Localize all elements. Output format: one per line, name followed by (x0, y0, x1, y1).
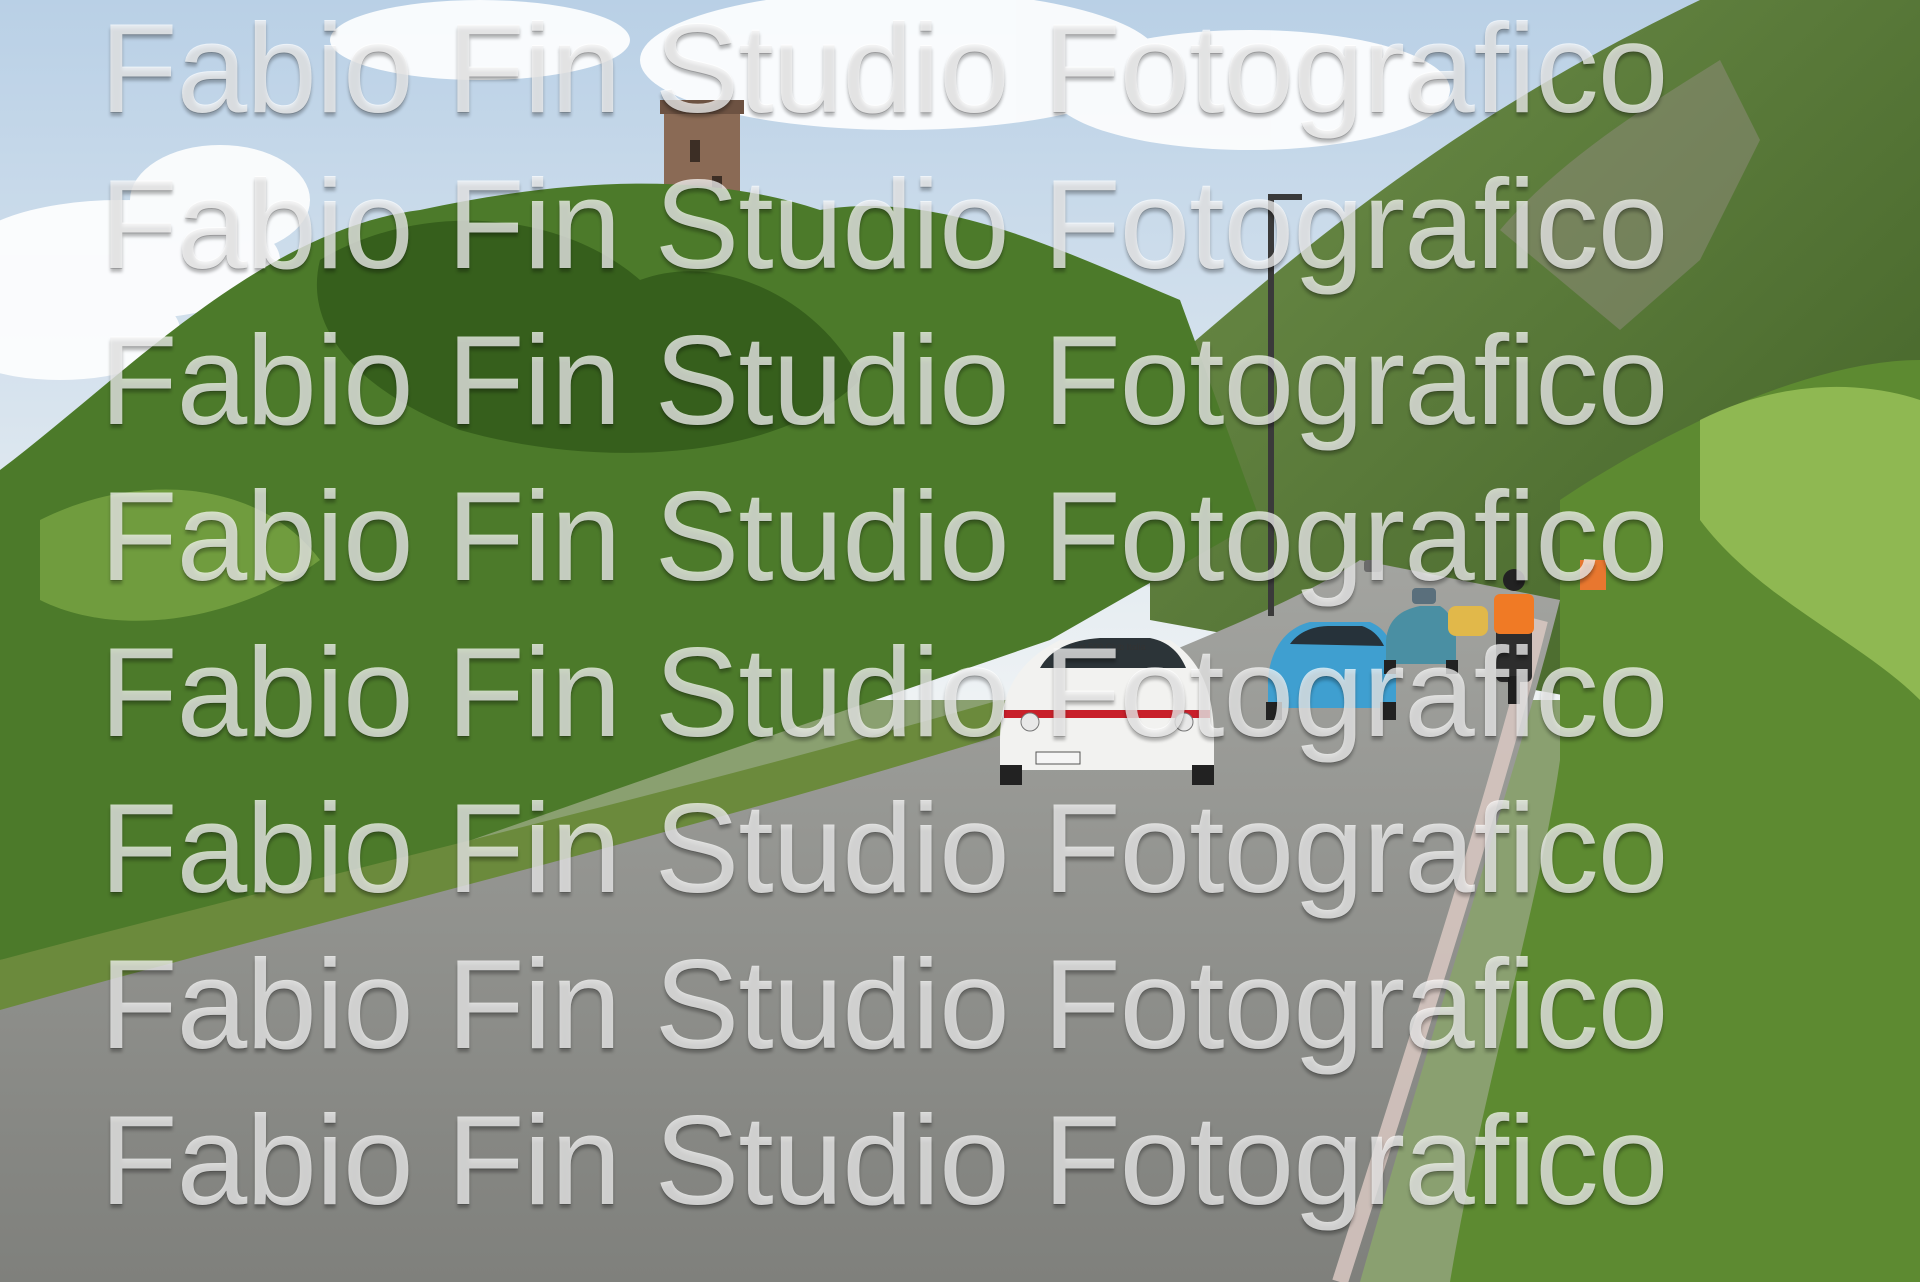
blue-fiat-500 (1266, 622, 1396, 720)
distant-car (1364, 560, 1382, 572)
car-banner: Fiat 500 Club Italia (1070, 642, 1145, 652)
photo-scene: Fiat 500 Club Italia (0, 0, 1920, 1282)
distant-car (1412, 588, 1436, 604)
white-fiat-500 (1000, 638, 1214, 785)
yellow-car (1448, 606, 1488, 636)
street-lamp (1268, 196, 1274, 616)
roadside-sign (1580, 560, 1606, 590)
